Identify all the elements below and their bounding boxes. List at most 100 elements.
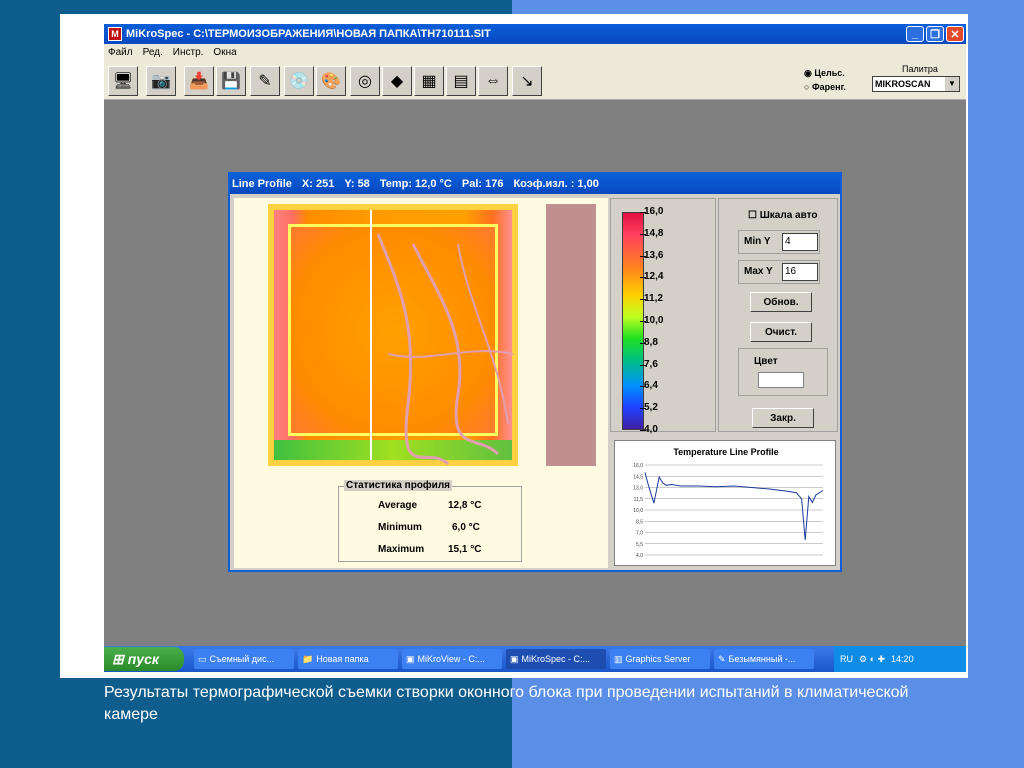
lp-x: X: 251 [301, 178, 335, 190]
scale-tick-label: 14,8 [639, 227, 664, 239]
chart-icon[interactable]: ▤ [446, 66, 476, 96]
series-line [644, 472, 824, 541]
stats-title: Статистика профиля [344, 480, 453, 491]
y-tick-label: 8,5 [636, 519, 643, 525]
menu-file[interactable]: Файл [108, 47, 133, 58]
task-mikroview[interactable]: ▣ MiKroView - C:... [402, 649, 502, 669]
close-button[interactable]: ✕ [946, 26, 964, 42]
max-y-input[interactable]: 16 [782, 263, 818, 281]
scale-tick-label: 13,6 [639, 249, 664, 261]
paint-icon: ✎ [718, 653, 726, 664]
stat-label: Minimum [378, 522, 422, 533]
menu-edit[interactable]: Ред. [143, 47, 163, 58]
wires-overlay [376, 233, 514, 466]
disk-icon[interactable]: 💾 [216, 66, 246, 96]
y-tick-label: 5,5 [636, 542, 643, 548]
minimize-button[interactable]: _ [906, 26, 924, 42]
palette-select[interactable]: MIKROSCAN ▼ [872, 76, 960, 92]
grid-icon[interactable]: ▦ [414, 66, 444, 96]
y-tick-label: 11,5 [634, 497, 644, 503]
scale-tick-label: 12,4 [639, 271, 664, 283]
y-tick-label: 7,0 [636, 531, 643, 537]
min-y-input[interactable]: 4 [782, 233, 818, 251]
arrows-icon[interactable]: ⇔ [478, 66, 508, 96]
palette-label: Палитра [902, 64, 938, 74]
app-title-bar: M MiKroSpec - C:\ТЕРМОИЗОБРАЖЕНИЯ\НОВАЯ … [104, 24, 966, 44]
app-icon: ▣ [510, 653, 519, 664]
reference-area [546, 204, 596, 466]
y-tick-label: 4,0 [636, 553, 643, 559]
stat-label: Average [378, 500, 418, 511]
desktop-screen: M MiKroSpec - C:\ТЕРМОИЗОБРАЖЕНИЯ\НОВАЯ … [104, 24, 966, 672]
stat-value: 15,1 °C [448, 544, 482, 555]
menu-tools[interactable]: Инстр. [173, 47, 204, 58]
celsius-option[interactable]: ◉ Цельс. [804, 66, 846, 80]
scale-tick-label: 4,0 [640, 424, 658, 435]
rw-icon[interactable]: 💿 [284, 66, 314, 96]
task-mikrospec[interactable]: ▣ MiKroSpec - C:... [506, 649, 606, 669]
line-profile-title-bar: Line Profile X: 251 Y: 58 Temp: 12,0 °C … [230, 174, 840, 194]
folder-icon: 📁 [302, 653, 314, 664]
profile-chart-svg: Temperature Line Profile 16,0 14,5 13,0 11,5… [633, 447, 824, 559]
stat-value: 12,8 °C [448, 500, 482, 511]
y-tick-label: 13,0 [633, 486, 643, 492]
task-graphics-server[interactable]: ▥ Graphics Server [610, 649, 710, 669]
app-icon: M [108, 27, 122, 41]
system-tray: RU ⚙ ◐ ✚ 14:20 [834, 646, 966, 672]
task-untitled[interactable]: ✎ Безымянный -... [714, 649, 814, 669]
language-indicator[interactable]: RU [840, 654, 853, 664]
chart-title: Temperature Line Profile [673, 447, 778, 457]
chevron-down-icon: ▼ [945, 77, 959, 91]
drive-icon: ▭ [198, 653, 207, 664]
task-new-folder[interactable]: 📁 Новая папка [298, 649, 398, 669]
lp-emissivity: Коэф.изл. : 1,00 [513, 178, 599, 190]
fahrenheit-option[interactable]: ○ Фаренг. [804, 80, 846, 94]
camera-icon[interactable]: 📷 [146, 66, 176, 96]
clock[interactable]: 14:20 [891, 654, 914, 664]
color-label: Цвет [754, 356, 778, 367]
stat-label: Maximum [378, 544, 425, 555]
line-profile-window: Line Profile X: 251 Y: 58 Temp: 12,0 °C … [228, 172, 842, 572]
lp-pal: Pal: 176 [461, 178, 504, 190]
refresh-button[interactable]: Обнов. [750, 292, 812, 312]
palette-image-icon[interactable]: 🎨 [316, 66, 346, 96]
toolbar: 🖥 📷 📥 💾 ✎ 💿 🎨 ◎ ◆ ▦ ▤ ⇔ ↘ ◉ Цельс. ○ Фар… [104, 60, 966, 100]
auto-scale-checkbox[interactable]: ☐ Шкала авто [748, 210, 818, 221]
app-icon: ▣ [406, 653, 415, 664]
scale-tick-label: 10,0 [639, 315, 664, 326]
max-y-label: Max Y [744, 266, 773, 277]
scale-tick-label: 6,4 [640, 380, 658, 392]
scale-tick-label: 5,2 [640, 402, 658, 414]
menu-windows[interactable]: Окна [213, 47, 236, 58]
points-icon[interactable]: ◆ [382, 66, 412, 96]
y-tick-label: 10,0 [633, 508, 643, 514]
menu-bar: Файл Ред. Инстр. Окна [104, 44, 966, 60]
y-tick-label: 14,5 [633, 474, 643, 480]
y-tick-label: 16,0 [633, 463, 643, 469]
isotherm-icon[interactable]: ◎ [350, 66, 380, 96]
scale-tick-label: 11,2 [640, 293, 663, 305]
color-swatch[interactable] [758, 372, 804, 388]
clear-button[interactable]: Очист. [750, 322, 812, 342]
scale-tick-label: 7,6 [640, 358, 658, 370]
stats-group [338, 486, 522, 562]
scale-tick-label: 8,8 [640, 336, 658, 348]
stat-value: 6,0 °C [452, 522, 480, 533]
tray-icons[interactable]: ⚙ ◐ ✚ [859, 654, 885, 665]
windows-logo-icon: ⊞ [112, 650, 124, 667]
task-removable-disk[interactable]: ▭ Съемный дис... [194, 649, 294, 669]
close-lp-button[interactable]: Закр. [752, 408, 814, 428]
min-y-label: Min Y [744, 236, 771, 247]
computer-icon[interactable]: 🖥 [108, 66, 138, 96]
scale-tick-label: 16,0 [639, 206, 664, 217]
app-title: MiKroSpec - C:\ТЕРМОИЗОБРАЖЕНИЯ\НОВАЯ ПА… [126, 28, 491, 40]
export-icon[interactable]: ↘ [512, 66, 542, 96]
server-icon: ▥ [614, 653, 623, 664]
unit-options: ◉ Цельс. ○ Фаренг. [804, 66, 846, 94]
restore-button[interactable]: ❐ [926, 26, 944, 42]
import-icon[interactable]: 📥 [184, 66, 214, 96]
pen-icon[interactable]: ✎ [250, 66, 280, 96]
slide-caption: Результаты термографической съемки створ… [104, 684, 909, 723]
lp-temp: Temp: 12,0 °C [379, 178, 452, 190]
start-button[interactable]: ⊞ пуск [104, 647, 184, 671]
